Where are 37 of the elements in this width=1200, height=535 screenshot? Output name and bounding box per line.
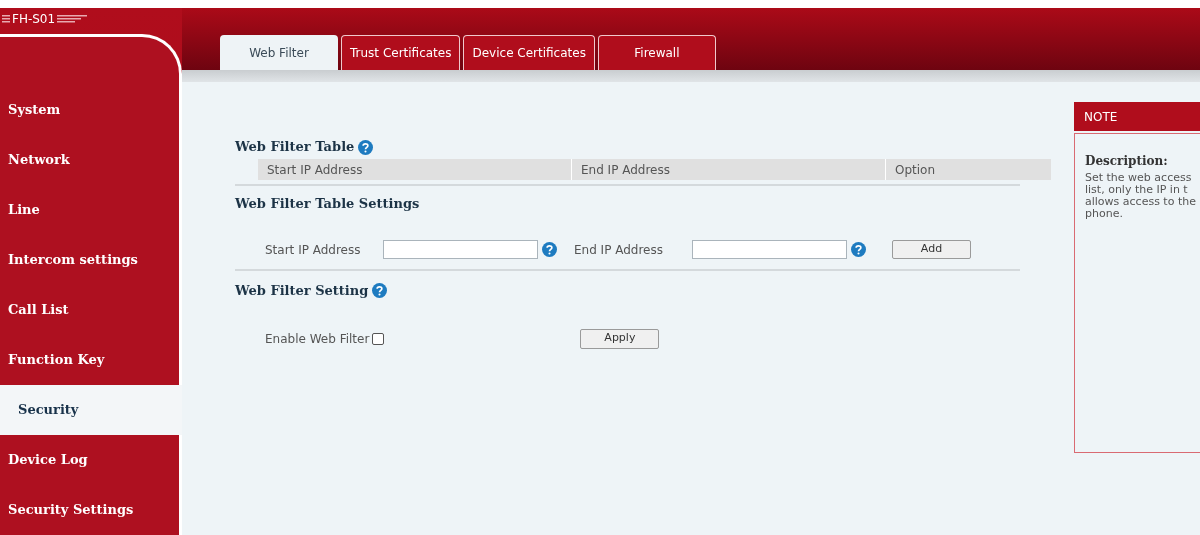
note-text: Set the web access list, only the IP in t allows access to the phone. — [1085, 172, 1197, 220]
column-header: Option — [894, 161, 937, 179]
tab[interactable]: Trust Certificates — [341, 35, 461, 70]
tab[interactable]: Web Filter — [220, 35, 338, 70]
tab[interactable]: Device Certificates — [463, 35, 595, 70]
field-label: Start IP Address — [265, 241, 362, 259]
sidebar-item[interactable]: Device Log — [0, 435, 179, 485]
apply-button[interactable]: Apply — [580, 328, 660, 349]
help-icon[interactable] — [851, 242, 866, 257]
help-icon[interactable] — [358, 139, 374, 155]
help-icon[interactable] — [542, 242, 557, 257]
start-ip-field[interactable] — [383, 240, 538, 259]
sidebar-item[interactable]: Line — [0, 185, 179, 235]
tab[interactable]: Firewall — [597, 35, 716, 70]
column-header: End IP Address — [572, 159, 886, 180]
sidebar-item[interactable]: System — [0, 85, 179, 135]
end-ip-field[interactable] — [692, 240, 847, 259]
section-title-text: Web Filter Table — [235, 138, 355, 157]
stripes-icon — [57, 14, 88, 24]
sidebar-item[interactable]: Security Settings — [0, 485, 179, 535]
add-button[interactable]: Add — [892, 240, 971, 259]
field-label: End IP Address — [574, 241, 664, 259]
note-heading: Description: — [1085, 153, 1169, 170]
logo-text: FH-S01 — [12, 11, 56, 28]
help-icon[interactable] — [372, 283, 388, 298]
column-header: Start IP Address — [258, 159, 572, 180]
sidebar-item[interactable]: Intercom settings — [0, 235, 179, 285]
sidebar-item[interactable]: Call List — [0, 285, 179, 335]
sidebar-item[interactable]: Network — [0, 135, 179, 185]
section-title-text: Web Filter Setting — [235, 281, 369, 300]
sidebar-item[interactable]: Security — [0, 385, 182, 435]
enable-checkbox[interactable] — [372, 332, 385, 345]
section-title: Web Filter Table Settings — [235, 195, 421, 213]
sidebar-item[interactable]: Function Key — [0, 335, 179, 385]
field-label: Enable Web Filter — [265, 330, 370, 348]
stripes-icon — [2, 14, 10, 24]
note-header: NOTE — [1074, 102, 1200, 131]
